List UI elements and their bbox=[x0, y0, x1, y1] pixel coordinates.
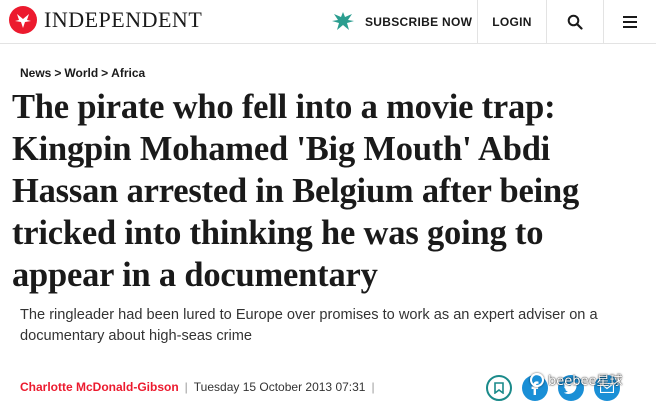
breadcrumb-item-world[interactable]: World bbox=[64, 66, 98, 80]
site-logo[interactable]: INDEPENDENT bbox=[8, 5, 202, 35]
email-share-button[interactable] bbox=[594, 375, 620, 401]
hamburger-menu-icon bbox=[623, 16, 637, 28]
article-standfirst: The ringleader had been lured to Europe … bbox=[20, 307, 598, 344]
twitter-share-button[interactable] bbox=[558, 375, 584, 401]
article-byline: Charlotte McDonald-Gibson | Tuesday 15 O… bbox=[20, 380, 381, 394]
byline-separator: | bbox=[371, 380, 375, 394]
subscribe-label: SUBSCRIBE NOW bbox=[365, 15, 473, 29]
bookmark-button[interactable] bbox=[486, 375, 512, 401]
breadcrumb: News > World > Africa bbox=[20, 66, 145, 80]
publish-date: Tuesday 15 October 2013 07:31 bbox=[193, 380, 366, 394]
facebook-share-button[interactable] bbox=[522, 375, 548, 401]
bookmark-icon bbox=[494, 382, 504, 394]
facebook-icon bbox=[531, 381, 539, 395]
article-headline: The pirate who fell into a movie trap: K… bbox=[12, 88, 580, 294]
site-header: INDEPENDENT SUBSCRIBE NOW LOGIN bbox=[0, 0, 656, 44]
login-button[interactable]: LOGIN bbox=[478, 0, 546, 44]
search-icon bbox=[567, 14, 583, 30]
logo-wordmark: INDEPENDENT bbox=[44, 7, 203, 32]
breadcrumb-separator: > bbox=[54, 66, 62, 80]
email-icon bbox=[600, 383, 614, 393]
breadcrumb-separator: > bbox=[101, 66, 109, 80]
twitter-icon bbox=[564, 382, 578, 394]
breadcrumb-item-news[interactable]: News bbox=[20, 66, 51, 80]
subscribe-button[interactable]: SUBSCRIBE NOW bbox=[330, 0, 472, 44]
eagle-icon bbox=[332, 12, 354, 30]
author-link[interactable]: Charlotte McDonald-Gibson bbox=[20, 380, 179, 394]
menu-button[interactable] bbox=[604, 0, 656, 44]
eagle-logo-icon bbox=[9, 6, 37, 34]
byline-separator: | bbox=[184, 380, 188, 394]
breadcrumb-item-africa[interactable]: Africa bbox=[111, 66, 145, 80]
search-button[interactable] bbox=[547, 0, 603, 44]
